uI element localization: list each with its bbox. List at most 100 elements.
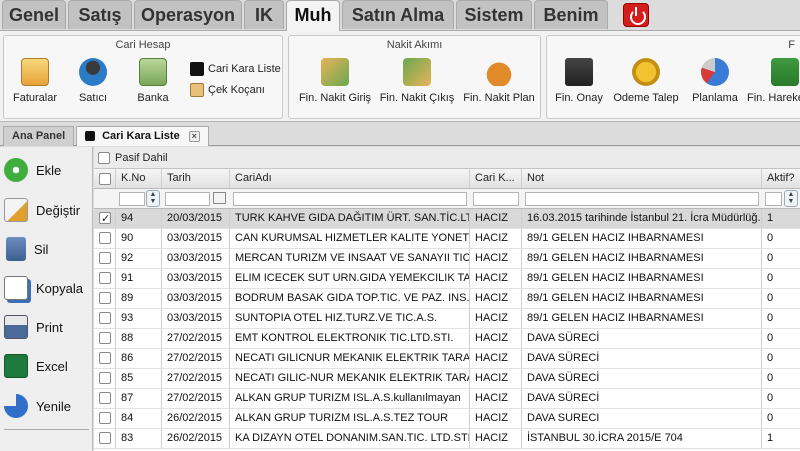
menu-tab-sistem[interactable]: Sistem xyxy=(456,0,532,29)
banka-button[interactable]: Banka xyxy=(130,58,176,104)
menu-tab-satin-alma[interactable]: Satın Alma xyxy=(342,0,454,29)
calendar-icon[interactable] xyxy=(213,192,226,204)
tab-ana-panel[interactable]: Ana Panel xyxy=(3,126,75,146)
cell-tarih: 03/03/2015 xyxy=(162,309,230,328)
power-icon[interactable] xyxy=(623,3,649,27)
money-icon xyxy=(139,58,167,86)
kno-filter-input[interactable] xyxy=(119,192,145,206)
table-row[interactable]: 89 03/03/2015 BODRUM BASAK GIDA TOP.TIC. V… xyxy=(94,289,800,309)
sidebar-divider xyxy=(4,429,89,430)
row-select-cell xyxy=(94,249,116,268)
nakit-giris-label: Fin. Nakit Giriş xyxy=(298,92,372,104)
cek-kocani-button[interactable]: Çek Koçanı xyxy=(190,83,265,97)
row-checkbox[interactable] xyxy=(99,252,111,264)
ekle-label: Ekle xyxy=(36,162,62,178)
row-checkbox[interactable] xyxy=(99,292,111,304)
cell-aktif: 0 xyxy=(767,392,774,404)
yenile-button[interactable]: Yenile xyxy=(4,391,92,421)
print-button[interactable]: Print xyxy=(4,312,92,342)
menu-tab-ik[interactable]: IK xyxy=(244,0,284,29)
cell-aktif: 1 xyxy=(767,212,774,224)
pasif-dahil-checkbox[interactable] xyxy=(98,151,110,164)
header-kno[interactable]: K.No xyxy=(116,169,162,188)
header-cari-k[interactable]: Cari K... xyxy=(470,169,522,188)
table-row[interactable]: 93 03/03/2015 SUNTOPIA OTEL HIZ.TURZ.VE TI… xyxy=(94,309,800,329)
table-row[interactable]: 91 03/03/2015 ELIM ICECEK SUT URN.GIDA YEM… xyxy=(94,269,800,289)
cari-filter-input[interactable] xyxy=(233,192,467,206)
edit-icon xyxy=(4,198,28,222)
transfer-arrows-icon xyxy=(771,58,799,86)
cell-not: DAVA SURECI xyxy=(522,409,762,428)
row-checkbox[interactable] xyxy=(99,352,111,364)
sil-button[interactable]: Sil xyxy=(4,234,92,264)
menu-tab-benim[interactable]: Benim xyxy=(534,0,608,29)
planlama-label: Planlama xyxy=(692,92,738,104)
ekle-button[interactable]: Ekle xyxy=(4,155,92,185)
menu-tab-satis[interactable]: Satış xyxy=(68,0,132,29)
add-icon xyxy=(4,158,28,182)
cell-carik: HACIZ xyxy=(470,369,522,388)
nakit-giris-button[interactable]: Fin. Nakit Giriş xyxy=(295,58,375,104)
tab-cari-kara-liste[interactable]: Cari Kara Liste × xyxy=(76,126,209,146)
nakit-plan-button[interactable]: Fin. Nakit Plan xyxy=(461,58,537,104)
row-checkbox[interactable] xyxy=(99,210,111,228)
cash-in-icon xyxy=(321,58,349,86)
tarih-filter-input[interactable] xyxy=(165,192,210,206)
header-not[interactable]: Not xyxy=(522,169,762,188)
table-row[interactable]: 85 27/02/2015 NECATI GILIC-NUR MEKANIK ELE… xyxy=(94,369,800,389)
fin-hareket-button[interactable]: Fin. Hareke xyxy=(747,58,800,104)
table-row[interactable]: 90 03/03/2015 CAN KURUMSAL HIZMETLER KALIT… xyxy=(94,229,800,249)
satici-button[interactable]: Satıcı xyxy=(70,58,116,104)
close-icon[interactable]: × xyxy=(188,131,200,142)
table-row[interactable]: 88 27/02/2015 EMT KONTROL ELEKTRONIK TIC.L… xyxy=(94,329,800,349)
ribbon-group-nakit-akimi: Nakit Akımı Fin. Nakit Giriş Fin. Nakit … xyxy=(288,35,541,119)
row-checkbox[interactable] xyxy=(99,392,111,404)
table-row[interactable]: 87 27/02/2015 ALKAN GRUP TURIZM ISL.A.S.ku… xyxy=(94,389,800,409)
nakit-cikis-label: Fin. Nakit Çıkış xyxy=(379,92,455,104)
cell-not: 89/1 GELEN HACIZ IHBARNAMESI xyxy=(522,269,762,288)
fin-onay-button[interactable]: Fin. Onay xyxy=(551,58,607,104)
cari-kara-liste-button[interactable]: Cari Kara Liste xyxy=(190,62,281,76)
carik-filter-input[interactable] xyxy=(473,192,519,206)
table-row[interactable]: 86 27/02/2015 NECATI GILICNUR MEKANIK ELEK… xyxy=(94,349,800,369)
table-row[interactable]: 92 03/03/2015 MERCAN TURIZM VE INSAAT VE S… xyxy=(94,249,800,269)
faturalar-button[interactable]: Faturalar xyxy=(10,58,60,104)
checkbook-icon xyxy=(190,83,204,97)
table-row[interactable]: 84 26/02/2015 ALKAN GRUP TURIZM ISL.A.S.TE… xyxy=(94,409,800,429)
select-all-checkbox[interactable] xyxy=(99,173,111,185)
table-row[interactable]: 9420/03/2015TURK KAHVE GIDA DAĞITIM ÜRT.… xyxy=(94,209,800,229)
not-filter-input[interactable] xyxy=(525,192,759,206)
menu-tab-operasyon[interactable]: Operasyon xyxy=(134,0,242,29)
odeme-talep-button[interactable]: Odeme Talep xyxy=(611,58,681,104)
nakit-cikis-button[interactable]: Fin. Nakit Çıkış xyxy=(377,58,457,104)
row-checkbox[interactable] xyxy=(99,372,111,384)
menu-tab-genel[interactable]: Genel xyxy=(2,0,66,29)
aktif-filter-input[interactable] xyxy=(765,192,782,206)
degistir-button[interactable]: Değiştir xyxy=(4,195,92,225)
row-select-cell xyxy=(94,409,116,428)
row-checkbox[interactable] xyxy=(99,312,111,324)
aktif-spinner[interactable]: ▲ ▼ xyxy=(784,190,798,207)
row-checkbox[interactable] xyxy=(99,232,111,244)
row-checkbox[interactable] xyxy=(99,332,111,344)
header-tarih[interactable]: Tarih xyxy=(162,169,230,188)
row-select-cell xyxy=(94,269,116,288)
row-select-cell xyxy=(94,429,116,448)
pie-chart-icon xyxy=(701,58,729,86)
ribbon-toolbar: Cari Hesap Faturalar Satıcı Banka Cari K… xyxy=(0,30,800,122)
cell-aktif: 0 xyxy=(767,312,774,324)
cell-tarih: 03/03/2015 xyxy=(162,269,230,288)
menu-tab-muh[interactable]: Muh xyxy=(286,0,340,31)
cell-not: 89/1 GELEN HACIZ IHBARNAMESI xyxy=(522,229,762,248)
row-checkbox[interactable] xyxy=(99,432,111,444)
planlama-button[interactable]: Planlama xyxy=(687,58,743,104)
cell-carik: HACIZ xyxy=(470,249,522,268)
kno-spinner[interactable]: ▲ ▼ xyxy=(146,190,160,207)
header-aktif[interactable]: Aktif? xyxy=(762,169,800,188)
row-checkbox[interactable] xyxy=(99,272,111,284)
header-cari-adi[interactable]: CariAdı xyxy=(230,169,470,188)
excel-button[interactable]: Excel xyxy=(4,351,92,381)
kopyala-button[interactable]: Kopyala xyxy=(4,273,92,303)
table-row[interactable]: 83 26/02/2015 KA DIZAYN OTEL DONANIM.SAN.T… xyxy=(94,429,800,449)
row-checkbox[interactable] xyxy=(99,412,111,424)
